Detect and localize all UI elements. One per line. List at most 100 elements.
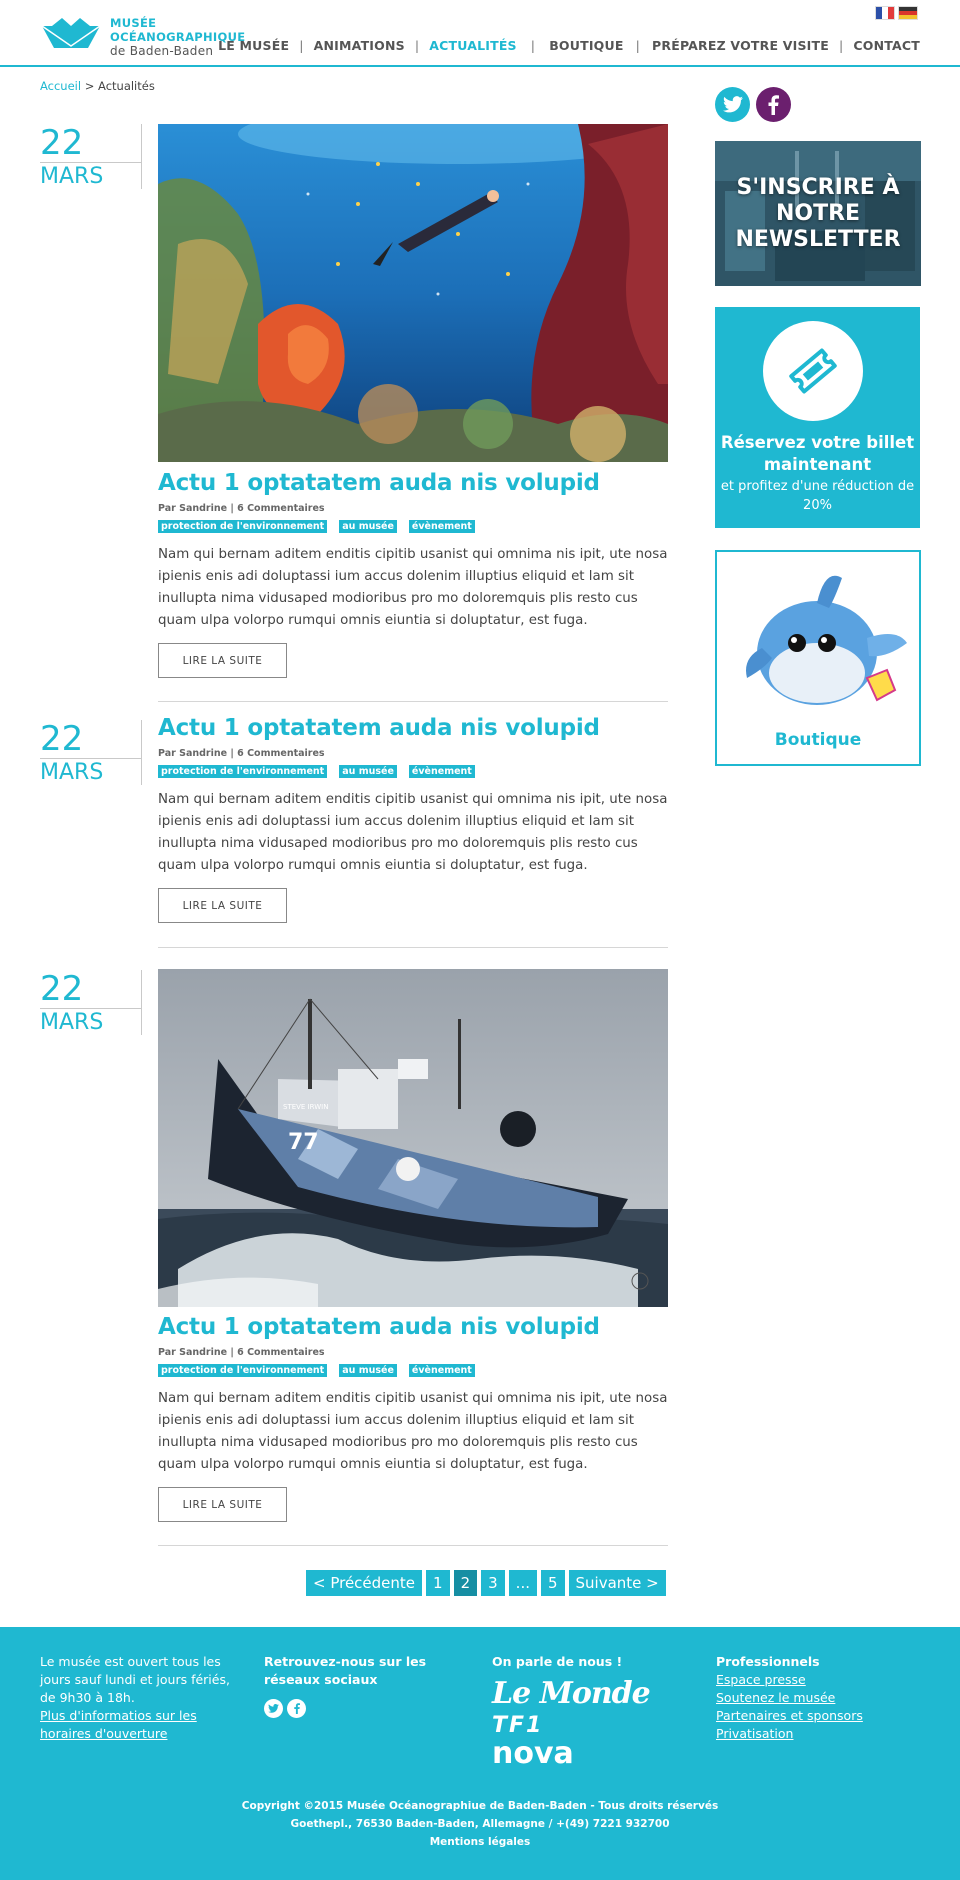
- article-excerpt: Nam qui bernam aditem enditis cipitib us…: [158, 547, 668, 628]
- article-excerpt: Nam qui bernam aditem enditis cipitib us…: [158, 1391, 668, 1472]
- ticket-icon: [763, 321, 863, 421]
- footer-hours-link[interactable]: Plus d'informatios sur les horaires d'ou…: [40, 1708, 197, 1741]
- date-month: MARS: [40, 1008, 142, 1035]
- tag-event[interactable]: évènement: [408, 1364, 475, 1377]
- nova-logo[interactable]: nova: [492, 1739, 692, 1769]
- footer-facebook-icon[interactable]: [287, 1699, 306, 1718]
- date-day: 22: [40, 969, 84, 1009]
- tag-museum[interactable]: au musée: [339, 765, 397, 778]
- site-footer: Le musée est ouvert tous les jours sauf …: [0, 1627, 960, 1880]
- address-text: Goethepl., 76530 Baden-Baden, Allemagne …: [290, 1818, 670, 1830]
- breadcrumb-current: Actualités: [98, 79, 155, 93]
- pagination-page-5[interactable]: 5: [540, 1570, 565, 1596]
- logo[interactable]: MUSÉE OCÉANOGRAPHIQUE de Baden-Baden: [40, 16, 245, 58]
- paper-boat-logo-icon: [41, 18, 101, 48]
- read-more-button[interactable]: LIRE LA SUITE: [158, 643, 287, 678]
- date-day: 22: [40, 719, 84, 759]
- read-more-button[interactable]: LIRE LA SUITE: [158, 888, 287, 923]
- pagination-next-button[interactable]: Suivante >: [568, 1570, 666, 1596]
- nav-le-musee[interactable]: LE MUSÉE: [218, 38, 289, 53]
- facebook-icon[interactable]: [756, 87, 791, 122]
- copyright-text: Copyright ©2015 Musée Océanographiue de …: [241, 1800, 719, 1812]
- ship-number: 77: [288, 1130, 319, 1155]
- main-nav: LE MUSÉE | ANIMATIONS | ACTUALITÉS | BOU…: [218, 38, 920, 53]
- nav-separator: |: [299, 38, 304, 53]
- article-date: 22 MARS: [40, 720, 142, 785]
- nav-actualites[interactable]: ACTUALITÉS: [429, 38, 517, 53]
- date-month: MARS: [40, 758, 142, 785]
- newsletter-text: S'INSCRIRE À NOTRE NEWSLETTER: [735, 174, 901, 252]
- newsletter-banner[interactable]: S'INSCRIRE À NOTRE NEWSLETTER: [715, 141, 921, 286]
- article-divider: [158, 1545, 668, 1546]
- sidebar-social: [715, 87, 791, 122]
- nav-separator: |: [635, 38, 641, 53]
- footer-pro: Professionnels Espace presse Soutenez le…: [716, 1653, 916, 1743]
- footer-link-partners[interactable]: Partenaires et sponsors: [716, 1707, 916, 1725]
- tag-event[interactable]: évènement: [408, 765, 475, 778]
- logo-line-1: MUSÉE: [110, 16, 157, 30]
- footer-pro-heading: Professionnels: [716, 1654, 820, 1669]
- nav-animations[interactable]: ANIMATIONS: [314, 38, 405, 53]
- date-day: 22: [40, 123, 84, 163]
- pagination-ellipsis: ...: [508, 1570, 537, 1596]
- footer-link-support[interactable]: Soutenez le musée: [716, 1689, 916, 1707]
- pagination-prev-button[interactable]: < Précédente: [306, 1570, 423, 1596]
- shop-label: Boutique: [774, 730, 862, 750]
- legal-link[interactable]: Mentions légales: [430, 1836, 531, 1848]
- nav-contact[interactable]: CONTACT: [853, 38, 920, 53]
- ticket-booking-banner[interactable]: Réservez votre billet maintenant et prof…: [715, 307, 920, 528]
- tag-museum[interactable]: au musée: [339, 520, 397, 533]
- twitter-icon[interactable]: [715, 87, 750, 122]
- tag-environment[interactable]: protection de l'environnement: [158, 765, 328, 778]
- article-divider: [158, 701, 668, 702]
- coral-reef-diver-photo[interactable]: [158, 124, 668, 462]
- article-title[interactable]: Actu 1 optatatem auda nis volupid: [158, 715, 600, 741]
- tf1-logo[interactable]: TF1: [492, 1715, 692, 1737]
- article-meta: Par Sandrine | 6 Commentaires: [158, 1347, 325, 1358]
- breadcrumb-separator: >: [84, 79, 95, 93]
- ticket-title: Réservez votre billet maintenant: [720, 433, 915, 474]
- shop-banner[interactable]: Boutique: [715, 550, 921, 766]
- breadcrumb-home-link[interactable]: Accueil: [40, 79, 81, 93]
- ship-name: STEVE IRWIN: [283, 1103, 328, 1111]
- nav-boutique[interactable]: BOUTIQUE: [549, 38, 623, 53]
- tag-environment[interactable]: protection de l'environnement: [158, 1364, 328, 1377]
- article-title[interactable]: Actu 1 optatatem auda nis volupid: [158, 470, 600, 496]
- tag-museum[interactable]: au musée: [339, 1364, 397, 1377]
- footer-twitter-icon[interactable]: [264, 1699, 283, 1718]
- read-more-button[interactable]: LIRE LA SUITE: [158, 1487, 287, 1522]
- tag-event[interactable]: évènement: [408, 520, 475, 533]
- footer-link-privatisation[interactable]: Privatisation: [716, 1725, 916, 1743]
- article-date: 22 MARS: [40, 124, 142, 189]
- pagination-page-1[interactable]: 1: [426, 1570, 450, 1596]
- article-excerpt: Nam qui bernam aditem enditis cipitib us…: [158, 792, 668, 873]
- article-date: 22 MARS: [40, 970, 142, 1035]
- pagination-page-3[interactable]: 3: [481, 1570, 505, 1596]
- article-meta: Par Sandrine | 6 Commentaires: [158, 503, 325, 514]
- footer-social-heading: Retrouvez-nous sur les réseaux sociaux: [264, 1654, 427, 1687]
- ticket-subtitle: et profitez d'une réduction de 20%: [720, 479, 915, 513]
- tag-environment[interactable]: protection de l'environnement: [158, 520, 328, 533]
- nav-separator: |: [414, 38, 420, 53]
- date-month: MARS: [40, 162, 142, 189]
- footer-hours-text: Le musée est ouvert tous les jours sauf …: [40, 1654, 230, 1705]
- nav-separator: |: [530, 38, 536, 53]
- footer-copyright: Copyright ©2015 Musée Océanographiue de …: [0, 1797, 960, 1851]
- german-flag-icon[interactable]: [898, 6, 918, 20]
- dolphin-plush-toy-image: [746, 575, 907, 705]
- site-header: MUSÉE OCÉANOGRAPHIQUE de Baden-Baden LE …: [0, 0, 960, 67]
- nav-separator: |: [838, 38, 844, 53]
- pagination: < Précédente 1 2 3 ... 5 Suivante >: [306, 1570, 666, 1596]
- breadcrumb: Accueil > Actualités: [40, 79, 155, 93]
- pagination-page-2[interactable]: 2: [453, 1570, 478, 1596]
- article-meta: Par Sandrine | 6 Commentaires: [158, 748, 325, 759]
- article-divider: [158, 947, 668, 948]
- footer-press-heading: On parle de nous !: [492, 1654, 623, 1669]
- nav-preparez-visite[interactable]: PRÉPAREZ VOTRE VISITE: [652, 38, 829, 53]
- ship-at-sea-photo[interactable]: 77 STEVE IRWIN: [158, 969, 668, 1307]
- article-title[interactable]: Actu 1 optatatem auda nis volupid: [158, 1314, 600, 1340]
- le-monde-logo[interactable]: Le Monde: [492, 1679, 692, 1709]
- french-flag-icon[interactable]: [875, 6, 895, 20]
- footer-press: On parle de nous ! Le Monde TF1 nova: [492, 1653, 692, 1769]
- footer-link-press[interactable]: Espace presse: [716, 1671, 916, 1689]
